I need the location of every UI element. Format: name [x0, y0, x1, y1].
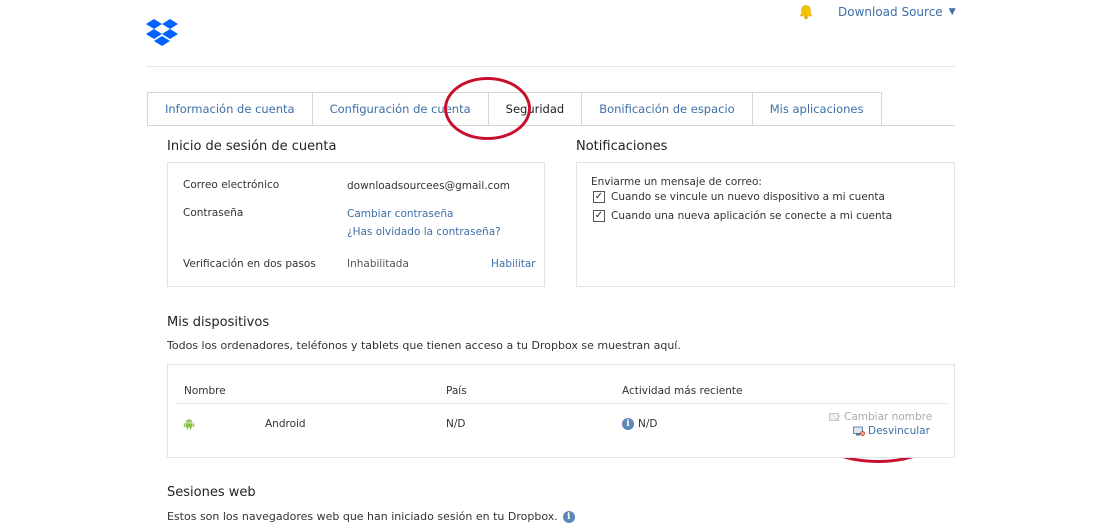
user-name: Download Source [838, 5, 943, 19]
devices-description: Todos los ordenadores, teléfonos y table… [167, 339, 681, 352]
info-icon[interactable]: i [622, 418, 634, 430]
forgot-password-link[interactable]: ¿Has olvidado la contraseña? [347, 226, 501, 238]
device-country: N/D [446, 418, 466, 430]
notifications-section-title: Notificaciones [576, 139, 668, 154]
tab-account-settings[interactable]: Configuración de cuenta [311, 92, 488, 126]
tab-label: Configuración de cuenta [329, 102, 471, 116]
web-sessions-text: Estos son los navegadores web que han in… [167, 510, 558, 523]
option-label: Cuando se vincule un nuevo dispositivo a… [611, 191, 885, 203]
chevron-down-icon: ▼ [948, 7, 956, 17]
device-activity: i N/D [622, 418, 657, 430]
device-activity-value: N/D [638, 418, 658, 430]
email-value: downloadsourcees@gmail.com [347, 180, 510, 192]
devices-section-title: Mis dispositivos [167, 315, 270, 330]
tab-label: Seguridad [505, 102, 565, 116]
tab-my-apps[interactable]: Mis aplicaciones [751, 92, 882, 126]
two-step-label: Verificación en dos pasos [183, 258, 316, 270]
tab-label: Bonificación de espacio [599, 102, 735, 116]
account-menu: Download Source ▼ [798, 4, 956, 20]
rename-device-button[interactable]: Cambiar nombre [829, 411, 932, 423]
notifications-heading: Enviarme un mensaje de correo: [591, 176, 762, 188]
table-header-divider [176, 403, 947, 404]
enable-two-step-link[interactable]: Habilitar [491, 258, 536, 270]
notify-new-device-option[interactable]: ✓ Cuando se vincule un nuevo dispositivo… [593, 191, 885, 203]
two-step-status: Inhabilitada [347, 258, 409, 270]
user-menu-button[interactable]: Download Source ▼ [838, 5, 956, 19]
option-label: Cuando una nueva aplicación se conecte a… [611, 210, 893, 222]
email-label: Correo electrónico [183, 179, 280, 191]
column-header-country: País [446, 385, 467, 397]
tab-label: Información de cuenta [165, 102, 295, 116]
rename-label: Cambiar nombre [844, 411, 933, 423]
settings-tabs: Información de cuenta Configuración de c… [147, 92, 882, 126]
dropbox-logo-icon[interactable] [146, 18, 178, 48]
tab-space-bonus[interactable]: Bonificación de espacio [581, 92, 752, 126]
unlink-icon [853, 426, 865, 436]
bell-icon[interactable] [798, 4, 814, 20]
device-name: Android [265, 418, 306, 430]
info-icon[interactable]: i [562, 510, 575, 523]
checkbox-new-app[interactable]: ✓ [593, 210, 605, 222]
tab-label: Mis aplicaciones [769, 102, 864, 116]
header-divider [146, 66, 955, 67]
unlink-label: Desvincular [868, 425, 930, 437]
tab-account-info[interactable]: Información de cuenta [147, 92, 312, 126]
web-sessions-section-title: Sesiones web [167, 485, 256, 500]
change-password-link[interactable]: Cambiar contraseña [347, 208, 453, 220]
column-header-activity: Actividad más reciente [622, 385, 743, 397]
notify-new-app-option[interactable]: ✓ Cuando una nueva aplicación se conecte… [593, 210, 892, 222]
android-icon [183, 419, 195, 430]
column-header-name: Nombre [184, 385, 226, 397]
tab-security[interactable]: Seguridad [487, 92, 582, 126]
checkbox-new-device[interactable]: ✓ [593, 191, 605, 203]
web-sessions-description: Estos son los navegadores web que han in… [167, 510, 575, 523]
rename-icon [829, 412, 841, 421]
password-label: Contraseña [183, 207, 244, 219]
login-section-title: Inicio de sesión de cuenta [167, 139, 337, 154]
tabs-divider [147, 125, 955, 126]
unlink-device-button[interactable]: Desvincular [853, 425, 930, 437]
